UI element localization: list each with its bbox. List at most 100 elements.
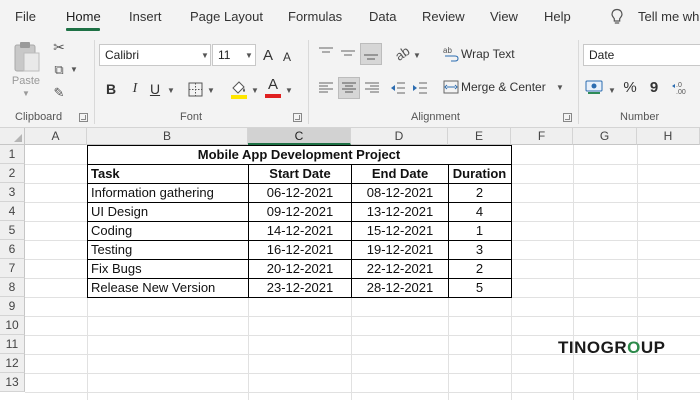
task-cell[interactable]: UI Design [88, 202, 248, 221]
row-header[interactable]: 6 [0, 240, 25, 259]
header-start-date[interactable]: Start Date [249, 164, 351, 183]
paste-icon[interactable] [12, 40, 42, 74]
column-header-b[interactable]: B [87, 128, 248, 145]
copy-chevron-down-icon[interactable]: ▼ [70, 65, 78, 74]
row-header[interactable]: 7 [0, 259, 25, 278]
font-launcher-icon[interactable] [293, 113, 302, 122]
decrease-font-size-button[interactable]: A [279, 47, 295, 67]
start-date-cell[interactable]: 09-12-2021 [249, 202, 351, 221]
row-header[interactable]: 5 [0, 221, 25, 240]
tab-view[interactable]: View [490, 9, 518, 24]
increase-indent-icon[interactable] [412, 80, 428, 96]
merge-center-chevron-down-icon[interactable]: ▼ [556, 83, 564, 92]
header-task[interactable]: Task [88, 164, 248, 183]
tab-insert[interactable]: Insert [129, 9, 162, 24]
format-painter-icon[interactable]: ✎ [50, 84, 68, 102]
column-header-e[interactable]: E [448, 128, 511, 145]
task-cell[interactable]: Testing [88, 240, 248, 259]
column-header-f[interactable]: F [511, 128, 573, 145]
fill-color-chevron-down-icon[interactable]: ▼ [251, 86, 259, 95]
task-cell[interactable]: Release New Version [88, 278, 248, 297]
start-date-cell[interactable]: 06-12-2021 [249, 183, 351, 202]
font-size-chevron-down-icon[interactable]: ▼ [245, 51, 253, 60]
paste-chevron-down-icon[interactable]: ▼ [22, 89, 30, 98]
tell-me-search[interactable]: Tell me wh [638, 9, 699, 24]
align-top-icon[interactable] [318, 46, 334, 60]
cut-icon[interactable]: ✂ [50, 38, 68, 56]
row-header[interactable]: 13 [0, 373, 25, 392]
paste-button[interactable]: Paste [10, 74, 42, 88]
align-bottom-button[interactable] [360, 43, 382, 65]
start-date-cell[interactable]: 23-12-2021 [249, 278, 351, 297]
font-color-chevron-down-icon[interactable]: ▼ [285, 86, 293, 95]
font-name-select[interactable]: Calibri [99, 44, 211, 66]
orientation-icon[interactable]: ab [389, 40, 414, 65]
header-end-date[interactable]: End Date [352, 164, 448, 183]
bold-button[interactable]: B [102, 78, 120, 100]
start-date-cell[interactable]: 16-12-2021 [249, 240, 351, 259]
column-header-c[interactable]: C [248, 128, 351, 145]
merge-center-button[interactable]: Merge & Center [461, 79, 553, 95]
task-cell[interactable]: Information gathering [88, 183, 248, 202]
header-duration[interactable]: Duration [449, 164, 510, 183]
merge-center-icon[interactable] [443, 79, 459, 95]
borders-icon[interactable] [188, 82, 203, 97]
underline-chevron-down-icon[interactable]: ▼ [167, 86, 175, 95]
tab-formulas[interactable]: Formulas [288, 9, 342, 24]
tab-help[interactable]: Help [544, 9, 571, 24]
column-header-d[interactable]: D [351, 128, 448, 145]
font-name-chevron-down-icon[interactable]: ▼ [201, 51, 209, 60]
row-header[interactable]: 12 [0, 354, 25, 373]
align-center-button[interactable] [338, 77, 360, 99]
increase-decimal-icon[interactable]: .0 .00 [672, 80, 690, 94]
align-right-icon[interactable] [364, 80, 380, 96]
duration-cell[interactable]: 2 [449, 259, 510, 278]
row-header[interactable]: 3 [0, 183, 25, 202]
end-date-cell[interactable]: 28-12-2021 [352, 278, 448, 297]
duration-cell[interactable]: 2 [449, 183, 510, 202]
end-date-cell[interactable]: 13-12-2021 [352, 202, 448, 221]
copy-icon[interactable]: ⧉ [50, 61, 68, 79]
end-date-cell[interactable]: 22-12-2021 [352, 259, 448, 278]
lightbulb-icon[interactable] [610, 8, 624, 26]
tab-file[interactable]: File [15, 9, 36, 24]
tab-page-layout[interactable]: Page Layout [190, 9, 263, 24]
align-left-icon[interactable] [318, 80, 334, 96]
tab-review[interactable]: Review [422, 9, 465, 24]
start-date-cell[interactable]: 14-12-2021 [249, 221, 351, 240]
duration-cell[interactable]: 3 [449, 240, 510, 259]
duration-cell[interactable]: 5 [449, 278, 510, 297]
font-color-button[interactable]: A [265, 75, 281, 93]
row-header[interactable]: 1 [0, 145, 25, 164]
column-header-h[interactable]: H [637, 128, 700, 145]
end-date-cell[interactable]: 19-12-2021 [352, 240, 448, 259]
accounting-chevron-down-icon[interactable]: ▼ [608, 86, 616, 95]
column-header-g[interactable]: G [573, 128, 637, 145]
task-cell[interactable]: Fix Bugs [88, 259, 248, 278]
borders-chevron-down-icon[interactable]: ▼ [207, 86, 215, 95]
row-header[interactable]: 11 [0, 335, 25, 354]
column-header-a[interactable]: A [25, 128, 87, 145]
orientation-chevron-down-icon[interactable]: ▼ [413, 51, 421, 60]
align-middle-icon[interactable] [340, 46, 356, 60]
tab-data[interactable]: Data [369, 9, 396, 24]
row-header[interactable]: 10 [0, 316, 25, 335]
task-cell[interactable]: Coding [88, 221, 248, 240]
worksheet[interactable]: A B C D E F G H 1 2 3 4 5 6 7 8 9 10 11 … [0, 128, 700, 400]
fill-color-icon[interactable] [230, 79, 248, 99]
table-title[interactable]: Mobile App Development Project [88, 145, 510, 164]
end-date-cell[interactable]: 15-12-2021 [352, 221, 448, 240]
italic-button[interactable]: I [126, 78, 144, 100]
row-header[interactable]: 4 [0, 202, 25, 221]
underline-button[interactable]: U [146, 78, 164, 100]
decrease-indent-icon[interactable] [390, 80, 406, 96]
duration-cell[interactable]: 4 [449, 202, 510, 221]
comma-style-button[interactable]: 9 [648, 76, 660, 98]
row-header[interactable]: 8 [0, 278, 25, 297]
duration-cell[interactable]: 1 [449, 221, 510, 240]
start-date-cell[interactable]: 20-12-2021 [249, 259, 351, 278]
alignment-launcher-icon[interactable] [563, 113, 572, 122]
end-date-cell[interactable]: 08-12-2021 [352, 183, 448, 202]
row-header[interactable]: 2 [0, 164, 25, 183]
percent-style-button[interactable]: % [621, 76, 639, 98]
